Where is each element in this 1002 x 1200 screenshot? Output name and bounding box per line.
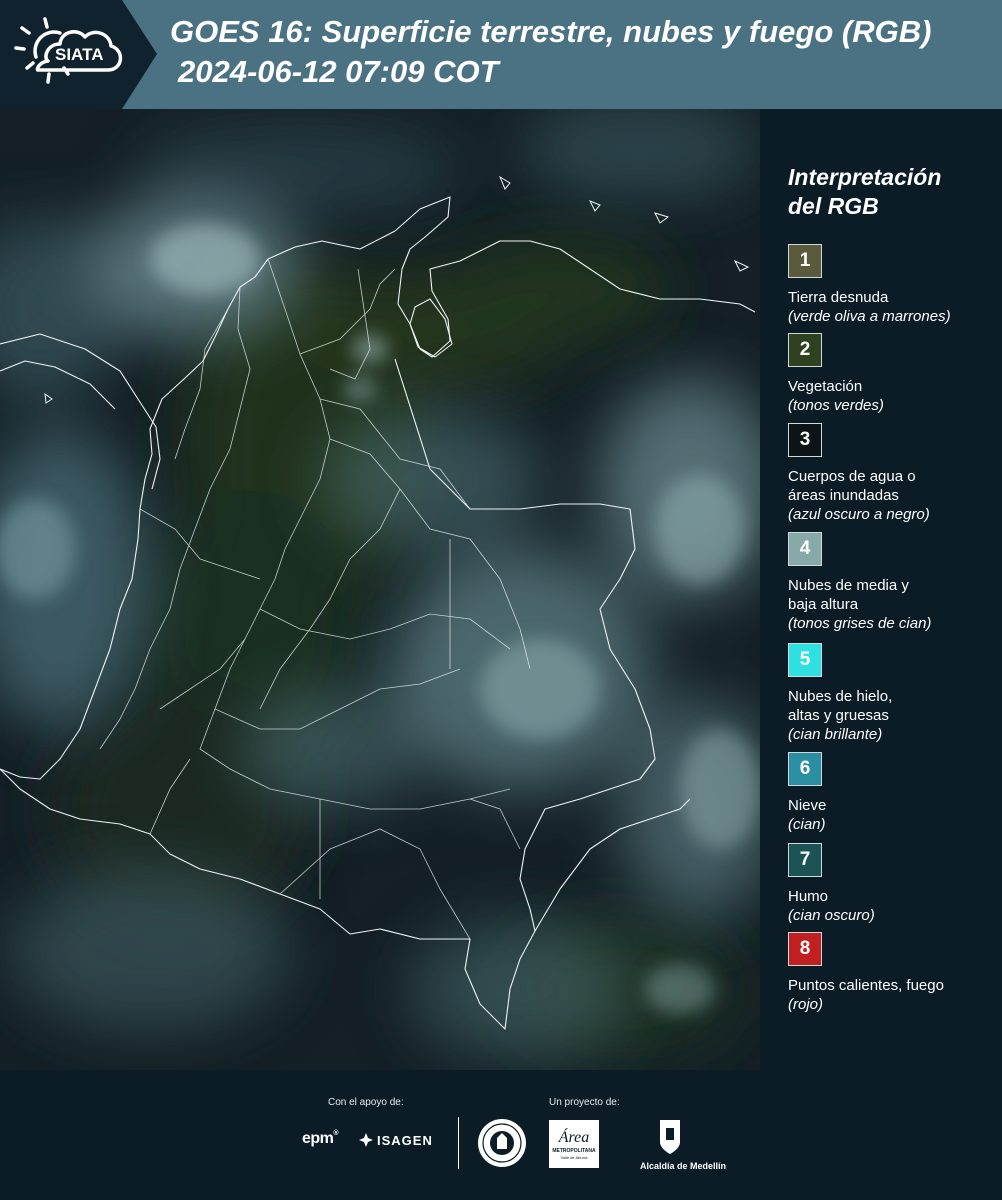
legend-item-snow: 6 Nieve (cian) [788,752,998,834]
legend-item-water-bodies: 3 Cuerpos de agua o áreas inundadas (azu… [788,423,998,524]
legend-label: áreas inundadas [788,487,899,504]
legend-swatch: 3 [788,423,822,457]
footer: Con el apoyo de: Un proyecto de: epm® IS… [0,1070,1002,1200]
legend-label: altas y gruesas [788,707,889,724]
legend-item-bare-soil: 1 Tierra desnuda (verde oliva a marrones… [788,244,998,326]
support-caption: Con el apoyo de: [328,1097,404,1108]
legend-item-mid-low-clouds: 4 Nubes de media y baja altura (tonos gr… [788,532,998,633]
legend-swatch: 8 [788,932,822,966]
university-seal [477,1118,527,1173]
legend-swatch: 6 [788,752,822,786]
legend-note: (tonos verdes) [788,397,884,414]
legend-label: Vegetación [788,378,863,395]
isagen-logo-text: ISAGEN [377,1132,433,1148]
legend-note: (azul oscuro a negro) [788,506,930,523]
legend-item-smoke: 7 Humo (cian oscuro) [788,843,998,925]
legend-item-ice-clouds: 5 Nubes de hielo, altas y gruesas (cian … [788,643,998,744]
area-metropolitana-title: Área [558,1129,590,1146]
footer-divider [458,1117,459,1169]
legend-note: (cian brillante) [788,726,883,743]
legend-note: (tonos grises de cian) [788,615,932,632]
epm-logo-text: epm [302,1130,334,1147]
legend-note: (cian oscuro) [788,907,875,924]
legend-swatch: 2 [788,333,822,367]
logo-text: SIATA [55,45,103,64]
alcaldia-medellin-logo: Alcaldía de Medellín [640,1118,727,1171]
legend-note: (rojo) [788,996,824,1013]
isagen-mark-icon [359,1133,373,1147]
legend-label: Nubes de hielo, [788,688,893,705]
legend-title-line1: Interpretación [788,164,942,190]
legend-title: Interpretación del RGB [788,163,988,221]
legend-label: Nieve [788,797,827,814]
satellite-image [0,109,760,1070]
legend-note: (cian) [788,816,826,833]
legend-swatch: 5 [788,643,822,677]
area-metropolitana-tagline: Valle de Aburrá [560,1155,588,1160]
image-datetime: 2024-06-12 07:09 COT [178,54,499,89]
legend-title-line2: del RGB [788,193,879,219]
isagen-logo: ISAGEN [358,1132,433,1148]
legend-item-vegetation: 2 Vegetación (tonos verdes) [788,333,998,415]
legend-label: Puntos calientes, fuego [788,977,944,994]
legend-panel: Interpretación del RGB 1 Tierra desnuda … [760,109,1002,1070]
legend-note: (verde oliva a marrones) [788,308,951,325]
medellin-shield-icon [660,1120,680,1154]
area-metropolitana-logo: Área METROPOLITANA Valle de Aburrá [549,1120,599,1168]
legend-label: baja altura [788,596,859,613]
epm-logo: epm® [302,1130,339,1147]
project-caption: Un proyecto de: [549,1097,620,1108]
legend-swatch: 7 [788,843,822,877]
page-title: GOES 16: Superficie terrestre, nubes y f… [170,14,932,49]
legend-item-hotspots: 8 Puntos calientes, fuego (rojo) [788,932,998,1014]
header-bar: SIATA GOES 16: Superficie terrestre, nub… [0,0,1002,109]
legend-label: Cuerpos de agua o [788,468,916,485]
legend-swatch: 1 [788,244,822,278]
alcaldia-medellin-text: Alcaldía de Medellín [640,1161,727,1171]
legend-label: Tierra desnuda [788,289,889,306]
legend-swatch: 4 [788,532,822,566]
area-metropolitana-subtitle: METROPOLITANA [552,1148,596,1154]
siata-logo-panel: SIATA [0,0,160,109]
legend-label: Nubes de media y [788,577,909,594]
legend-label: Humo [788,888,829,905]
